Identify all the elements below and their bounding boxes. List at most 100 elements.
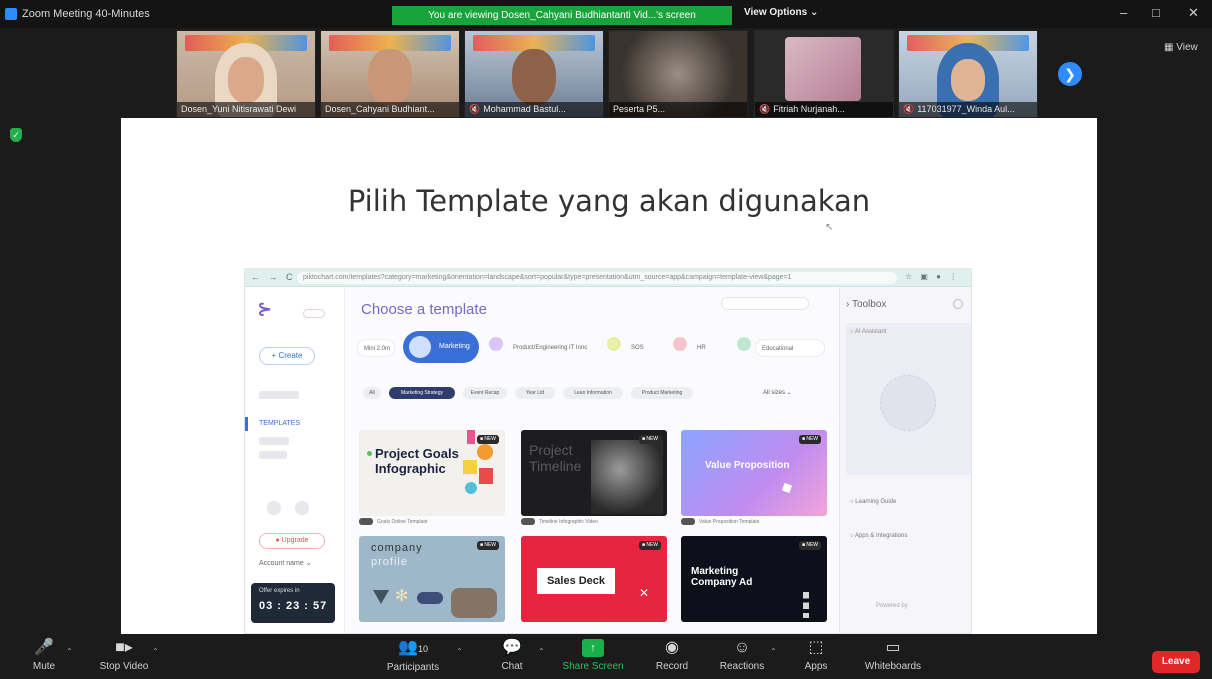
category-icon [673, 337, 687, 351]
type-pill [521, 518, 535, 526]
screen-share-banner: You are viewing Dosen_Cahyani Budhiantan… [392, 6, 732, 25]
mute-button[interactable]: 🎤 Mute [24, 639, 64, 672]
record-button[interactable]: ◉ Record [652, 639, 692, 672]
toolbox-panel: › Toolbox ○ AI Assistant ○ Learning Guid… [839, 287, 971, 633]
chat-button[interactable]: 💬 Chat [494, 639, 530, 672]
share-screen-label: Share Screen [562, 661, 624, 672]
view-options-button[interactable]: View Options ⌄ [744, 7, 818, 18]
reactions-options-icon[interactable]: ⌃ [770, 647, 777, 656]
toolbox-title: › Toolbox [846, 299, 887, 310]
app-sidebar: ⊱ + Create TEMPLATES ● Upgrade Account n… [245, 287, 345, 633]
zoom-window: Zoom Meeting 40-Minutes You are viewing … [0, 0, 1212, 679]
apps-button[interactable]: ⬚ Apps [798, 639, 834, 672]
participant-face [512, 49, 556, 105]
close-icon: ✕ [639, 586, 650, 600]
apps-label: Apps [804, 661, 828, 672]
decoration-shape [477, 444, 493, 460]
participant-name: Peserta P5... [609, 102, 747, 117]
template-title: Marketing Company Ad [691, 566, 753, 588]
filter-chip-active: Marketing Strategy [389, 387, 455, 399]
whiteboard-icon: ▭ [885, 639, 901, 656]
template-caption: Goals Online Template [359, 517, 505, 527]
category-chip: Mini 2.0m [357, 339, 395, 357]
ai-assistant-link: ○ AI Assistant [850, 329, 887, 335]
participant-tile[interactable]: 🔇 Fitriah Nurjanah... [754, 30, 894, 118]
template-gallery: Choose a template Mini 2.0m Marketing Pr… [345, 287, 839, 633]
star-icon: ✻ [395, 588, 409, 605]
offer-timer: Offer expires in 03 : 23 : 57 [251, 583, 335, 623]
new-badge: ■ NEW [477, 435, 499, 444]
template-card: Value Proposition ■ NEW [681, 430, 827, 516]
template-card: Project Goals Infographic ■ NEW [359, 430, 505, 516]
meeting-toolbar: 🎤 Mute ⌃ ■▸ Stop Video ⌃ 👥10 Participant… [0, 635, 1212, 679]
decoration-shape [417, 592, 443, 604]
decoration-shape [467, 430, 475, 444]
template-caption: Value Proposition Template [681, 517, 827, 527]
participant-tile[interactable]: 🔇 117031977_Winda Aul... [898, 30, 1038, 118]
category-chip-active: Marketing [403, 331, 479, 363]
filter-chip: Lean Information [563, 387, 623, 399]
next-participants-button[interactable]: ❯ [1058, 62, 1082, 86]
reactions-icon: ☺ [733, 639, 751, 656]
decoration-shape [463, 460, 477, 474]
participants-button[interactable]: 👥10 Participants [380, 639, 446, 673]
filter-chip: Product Marketing [631, 387, 693, 399]
close-icon[interactable]: ✕ [1188, 5, 1199, 21]
mic-muted-icon: 🔇 [759, 104, 771, 114]
learning-guide-link: ○ Learning Guide [850, 499, 897, 505]
category-chip: Product/Engineering IT Innovation [513, 345, 587, 351]
participant-tile[interactable]: Peserta P5... [608, 30, 748, 118]
participant-face [951, 59, 985, 101]
mic-muted-icon: 🔇 [903, 104, 915, 114]
apps-icon: ⬚ [808, 639, 824, 656]
minimize-icon[interactable]: – [1120, 5, 1127, 20]
security-shield-icon[interactable]: ✓ [10, 128, 22, 142]
help-icon [267, 501, 281, 515]
browser-url: piktochart.com/templates?category=market… [297, 272, 897, 284]
view-button[interactable]: ▦ View [1164, 42, 1198, 53]
cube-icon [781, 482, 793, 494]
chat-bubble-icon: 💬 [502, 639, 522, 656]
decoration-shape [803, 592, 809, 618]
chat-options-icon[interactable]: ⌃ [538, 647, 545, 656]
video-options-icon[interactable]: ⌃ [152, 647, 159, 656]
decoration-shape [373, 590, 389, 604]
participant-name: 🔇 Mohammad Bastul... [465, 102, 603, 117]
filter-row: All Marketing Strategy Event Recap Year … [363, 387, 823, 401]
new-badge: ■ NEW [477, 541, 499, 550]
participant-tile[interactable]: 🔇 Mohammad Bastul... [464, 30, 604, 118]
new-badge: ■ NEW [639, 541, 661, 550]
video-camera-icon: ■▸ [115, 639, 133, 656]
powered-by-label: Powered by [876, 603, 908, 609]
share-screen-button[interactable]: ↑ Share Screen [560, 639, 626, 672]
mouse-cursor-icon: ↖ [825, 222, 834, 233]
reactions-button[interactable]: ☺ Reactions [716, 639, 768, 672]
whiteboards-button[interactable]: ▭ Whiteboards [856, 639, 930, 672]
embedded-browser: ← → C piktochart.com/templates?category=… [244, 268, 972, 634]
shared-screen: Pilih Template yang akan digunakan ↖ ← →… [121, 118, 1097, 634]
category-chip: HR [697, 345, 706, 351]
template-caption: Timeline Infographic Video [521, 517, 667, 527]
new-badge: ■ NEW [799, 541, 821, 550]
leave-button[interactable]: Leave [1152, 651, 1200, 673]
mute-options-icon[interactable]: ⌃ [66, 647, 73, 656]
filter-chip: Year Ltd [515, 387, 555, 399]
template-title: Project Goals Infographic [375, 446, 459, 476]
microphone-icon: 🎤 [34, 639, 54, 656]
participant-tile[interactable]: Dosen_Cahyani Budhiant... [320, 30, 460, 118]
maximize-icon[interactable]: □ [1152, 5, 1160, 20]
template-card: Project Timeline ■ NEW [521, 430, 667, 516]
participant-name: 🔇 117031977_Winda Aul... [899, 102, 1037, 117]
sidebar-link [259, 451, 287, 459]
share-screen-icon: ↑ [582, 639, 604, 657]
participant-name: 🔇 Fitriah Nurjanah... [755, 102, 893, 117]
participants-count: 10 [417, 644, 428, 654]
stop-video-button[interactable]: ■▸ Stop Video [92, 639, 156, 672]
participant-tile[interactable]: Dosen_Yuni Nitisrawati Dewi [176, 30, 316, 118]
template-subtitle: profile [371, 556, 408, 568]
participants-options-icon[interactable]: ⌃ [456, 647, 463, 656]
type-pill [359, 518, 373, 526]
participant-face [228, 57, 264, 103]
template-title: Sales Deck [537, 568, 615, 594]
decoration-shape [479, 468, 493, 484]
